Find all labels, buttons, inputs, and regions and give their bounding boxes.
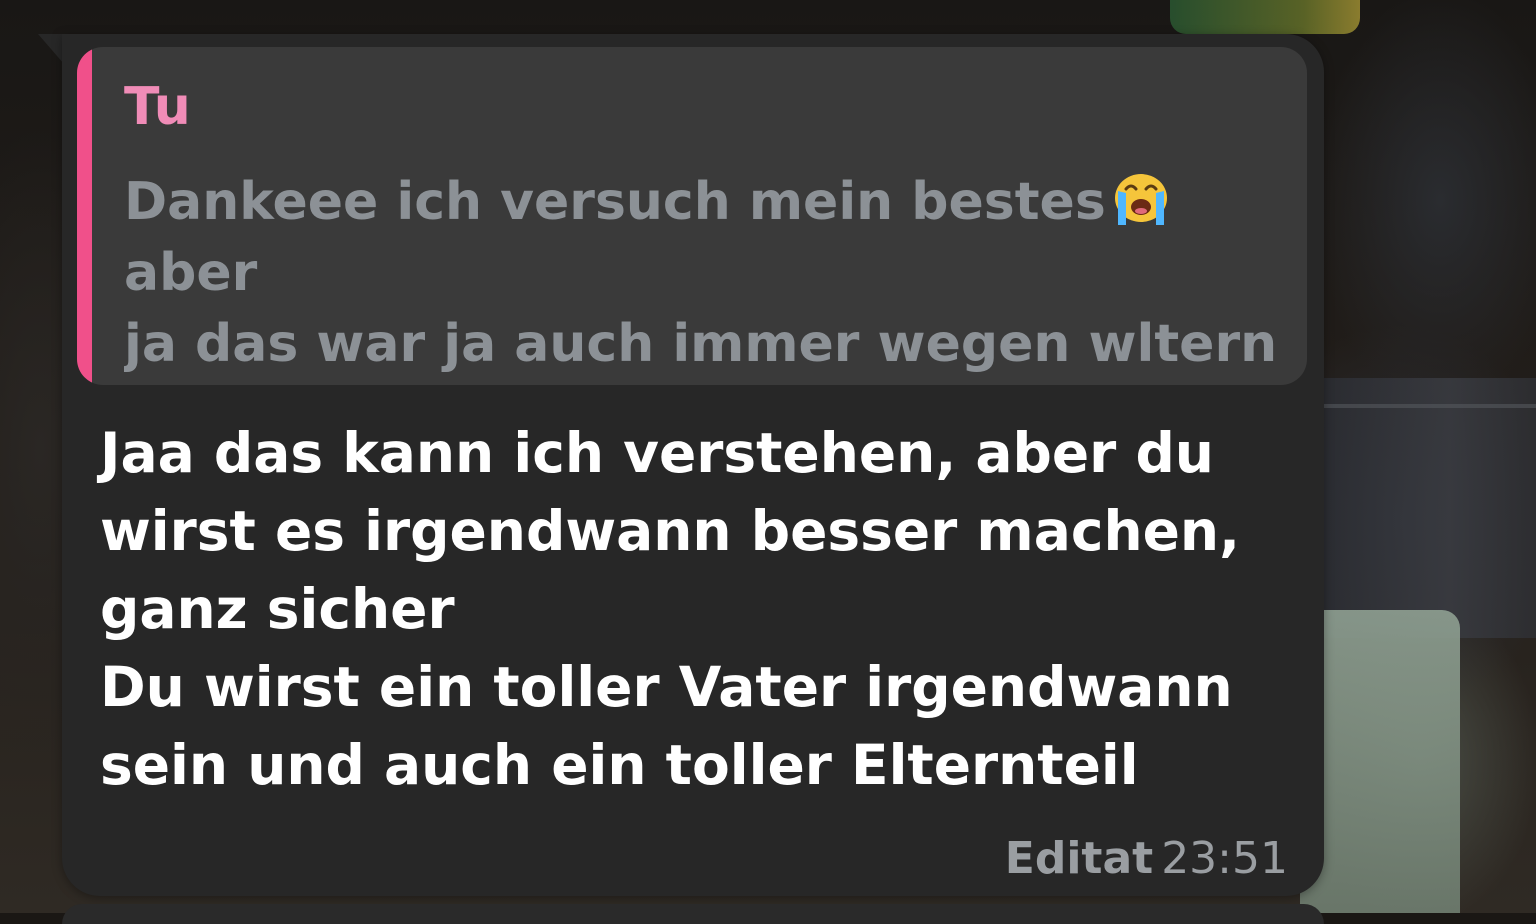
quote-accent-bar bbox=[77, 47, 92, 385]
loudly-crying-face-icon bbox=[1114, 174, 1167, 225]
quoted-text-part2: aber ja das war ja auch immer wegen wlte… bbox=[124, 243, 1278, 374]
bubble-tail bbox=[38, 34, 64, 64]
background-mug bbox=[1300, 610, 1460, 913]
background-shelf-edge bbox=[1320, 404, 1536, 408]
message-time: 23:51 bbox=[1161, 833, 1288, 884]
quoted-author: Tu bbox=[124, 77, 191, 137]
quoted-text-part1: Dankeee ich versuch mein bestes bbox=[124, 172, 1106, 232]
background-shelf bbox=[1320, 378, 1536, 638]
message-meta: Editat 23:51 bbox=[1005, 834, 1288, 884]
next-message-bubble bbox=[62, 904, 1324, 924]
quoted-text: Dankeee ich versuch mein bestes aber ja … bbox=[124, 167, 1284, 382]
message-bubble[interactable]: Tu Dankeee ich versuch mein bestes aber … bbox=[62, 34, 1324, 896]
message-text: Jaa das kann ich verstehen, aber du wirs… bbox=[100, 421, 1240, 797]
quoted-reply[interactable]: Tu Dankeee ich versuch mein bestes aber … bbox=[77, 47, 1307, 385]
edited-label: Editat bbox=[1004, 833, 1154, 884]
background-object bbox=[1170, 0, 1360, 34]
